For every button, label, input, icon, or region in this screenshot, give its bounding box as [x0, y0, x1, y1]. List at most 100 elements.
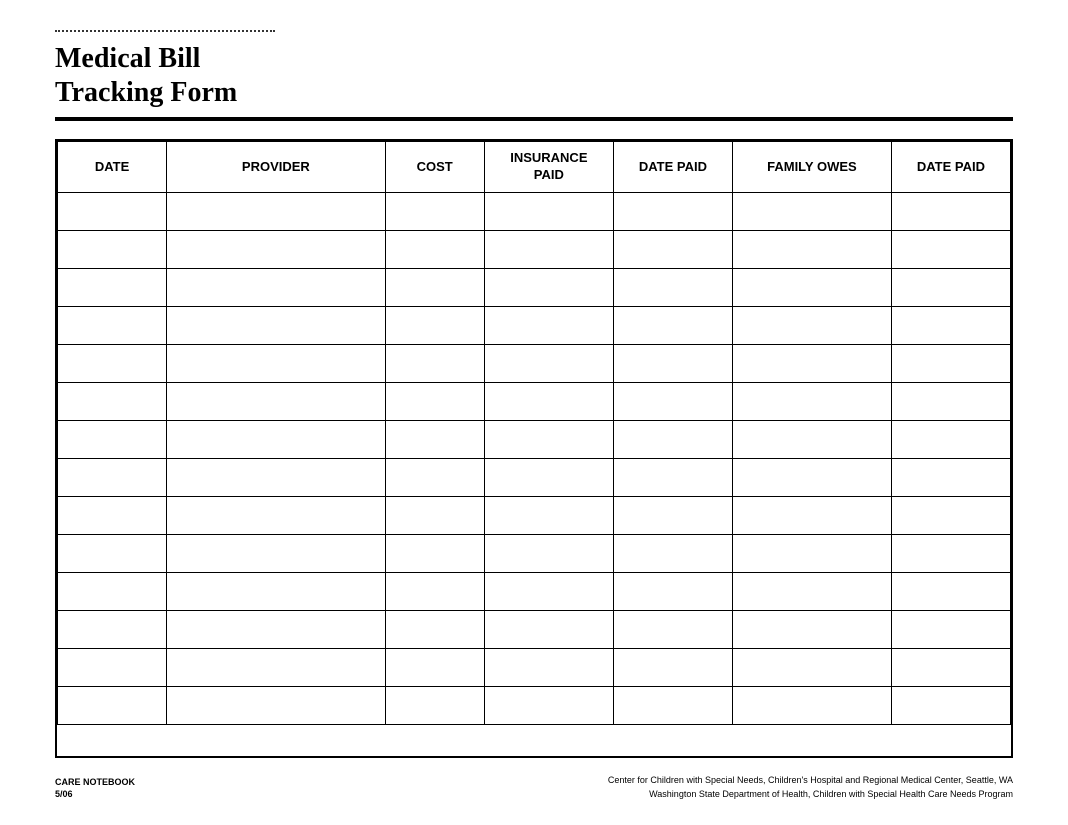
- table-cell[interactable]: [385, 344, 484, 382]
- table-cell[interactable]: [167, 268, 385, 306]
- table-cell[interactable]: [58, 420, 167, 458]
- table-cell[interactable]: [58, 686, 167, 724]
- table-cell[interactable]: [58, 610, 167, 648]
- table-cell[interactable]: [385, 496, 484, 534]
- table-cell[interactable]: [613, 534, 732, 572]
- table-cell[interactable]: [484, 382, 613, 420]
- table-cell[interactable]: [58, 534, 167, 572]
- table-cell[interactable]: [167, 344, 385, 382]
- table-cell[interactable]: [167, 572, 385, 610]
- table-cell[interactable]: [613, 268, 732, 306]
- table-cell[interactable]: [733, 458, 892, 496]
- table-cell[interactable]: [733, 230, 892, 268]
- table-cell[interactable]: [167, 382, 385, 420]
- table-cell[interactable]: [613, 610, 732, 648]
- table-cell[interactable]: [484, 610, 613, 648]
- table-cell[interactable]: [167, 496, 385, 534]
- table-cell[interactable]: [733, 306, 892, 344]
- table-cell[interactable]: [58, 230, 167, 268]
- table-cell[interactable]: [385, 420, 484, 458]
- table-cell[interactable]: [733, 192, 892, 230]
- table-cell[interactable]: [58, 458, 167, 496]
- table-cell[interactable]: [484, 344, 613, 382]
- table-cell[interactable]: [891, 648, 1010, 686]
- table-cell[interactable]: [891, 306, 1010, 344]
- table-cell[interactable]: [385, 382, 484, 420]
- table-cell[interactable]: [167, 610, 385, 648]
- table-cell[interactable]: [167, 192, 385, 230]
- table-cell[interactable]: [167, 420, 385, 458]
- table-cell[interactable]: [613, 572, 732, 610]
- table-cell[interactable]: [484, 420, 613, 458]
- table-cell[interactable]: [58, 268, 167, 306]
- table-cell[interactable]: [58, 572, 167, 610]
- table-cell[interactable]: [385, 306, 484, 344]
- table-cell[interactable]: [167, 648, 385, 686]
- table-cell[interactable]: [733, 572, 892, 610]
- table-cell[interactable]: [167, 230, 385, 268]
- table-cell[interactable]: [613, 686, 732, 724]
- table-cell[interactable]: [733, 534, 892, 572]
- table-cell[interactable]: [385, 230, 484, 268]
- table-cell[interactable]: [58, 192, 167, 230]
- table-cell[interactable]: [58, 382, 167, 420]
- table-cell[interactable]: [484, 268, 613, 306]
- table-row: [58, 344, 1011, 382]
- table-cell[interactable]: [613, 496, 732, 534]
- table-cell[interactable]: [167, 458, 385, 496]
- page: Medical Bill Tracking Form DATE PROVIDER…: [0, 0, 1068, 825]
- table-cell[interactable]: [613, 230, 732, 268]
- table-cell[interactable]: [733, 686, 892, 724]
- table-cell[interactable]: [733, 382, 892, 420]
- table-cell[interactable]: [733, 610, 892, 648]
- table-cell[interactable]: [733, 420, 892, 458]
- table-cell[interactable]: [58, 496, 167, 534]
- table-cell[interactable]: [484, 572, 613, 610]
- table-cell[interactable]: [891, 230, 1010, 268]
- table-cell[interactable]: [484, 192, 613, 230]
- table-cell[interactable]: [484, 306, 613, 344]
- table-cell[interactable]: [58, 344, 167, 382]
- table-cell[interactable]: [733, 496, 892, 534]
- table-cell[interactable]: [891, 534, 1010, 572]
- table-cell[interactable]: [484, 686, 613, 724]
- table-cell[interactable]: [58, 648, 167, 686]
- table-cell[interactable]: [385, 610, 484, 648]
- table-cell[interactable]: [733, 268, 892, 306]
- table-cell[interactable]: [613, 344, 732, 382]
- table-cell[interactable]: [484, 230, 613, 268]
- table-cell[interactable]: [613, 192, 732, 230]
- table-cell[interactable]: [891, 420, 1010, 458]
- table-cell[interactable]: [385, 648, 484, 686]
- table-cell[interactable]: [385, 686, 484, 724]
- table-cell[interactable]: [891, 496, 1010, 534]
- table-cell[interactable]: [613, 648, 732, 686]
- table-cell[interactable]: [484, 458, 613, 496]
- table-cell[interactable]: [733, 648, 892, 686]
- table-cell[interactable]: [167, 686, 385, 724]
- table-cell[interactable]: [167, 534, 385, 572]
- table-cell[interactable]: [167, 306, 385, 344]
- table-cell[interactable]: [58, 306, 167, 344]
- table-cell[interactable]: [891, 268, 1010, 306]
- table-cell[interactable]: [385, 458, 484, 496]
- table-cell[interactable]: [613, 458, 732, 496]
- table-cell[interactable]: [484, 496, 613, 534]
- table-cell[interactable]: [891, 610, 1010, 648]
- table-cell[interactable]: [733, 344, 892, 382]
- table-cell[interactable]: [484, 534, 613, 572]
- table-cell[interactable]: [385, 534, 484, 572]
- table-cell[interactable]: [385, 192, 484, 230]
- table-cell[interactable]: [613, 420, 732, 458]
- table-cell[interactable]: [891, 686, 1010, 724]
- table-cell[interactable]: [613, 306, 732, 344]
- table-cell[interactable]: [891, 572, 1010, 610]
- table-cell[interactable]: [385, 268, 484, 306]
- table-cell[interactable]: [385, 572, 484, 610]
- table-cell[interactable]: [891, 458, 1010, 496]
- table-cell[interactable]: [484, 648, 613, 686]
- table-cell[interactable]: [613, 382, 732, 420]
- table-cell[interactable]: [891, 344, 1010, 382]
- table-cell[interactable]: [891, 382, 1010, 420]
- table-cell[interactable]: [891, 192, 1010, 230]
